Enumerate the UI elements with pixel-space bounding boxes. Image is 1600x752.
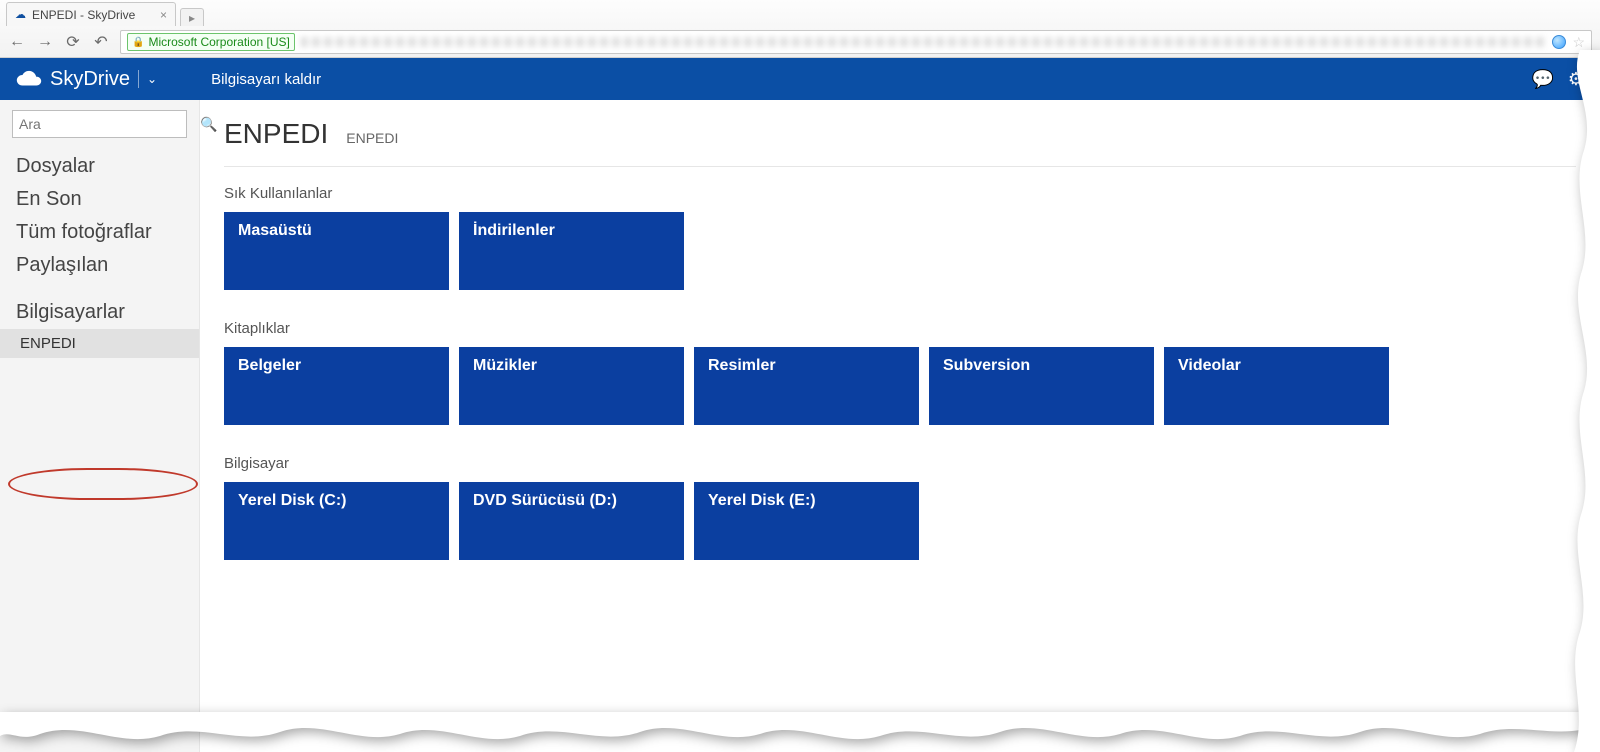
annotation-highlight-oval — [8, 468, 198, 500]
tile-local-disk-e[interactable]: Yerel Disk (E:) — [694, 482, 919, 560]
reload-icon[interactable]: ⟳ — [64, 32, 82, 52]
main-content: ENPEDI ENPEDI Sık Kullanılanlar Masaüstü… — [200, 100, 1600, 752]
lock-icon: 🔒 — [132, 37, 144, 48]
browser-chrome: ☁ ENPEDI - SkyDrive × ▸ ← → ⟳ ↶ 🔒 Micros… — [0, 0, 1600, 58]
forward-icon[interactable]: → — [36, 33, 54, 51]
sidebar-item-files[interactable]: Dosyalar — [0, 150, 199, 183]
tile-documents[interactable]: Belgeler — [224, 347, 449, 425]
sidebar-item-computer-enpedi[interactable]: ENPEDI — [0, 329, 199, 358]
tab-title: ENPEDI - SkyDrive — [32, 8, 135, 22]
sidebar-item-recent[interactable]: En Son — [0, 183, 199, 216]
ssl-label: Microsoft Corporation [US] — [148, 35, 289, 49]
skydrive-cloud-icon — [16, 70, 42, 88]
page-action-icon[interactable] — [1552, 35, 1566, 49]
sidebar-heading-computers[interactable]: Bilgisayarlar — [0, 296, 199, 329]
app-body: 🔍 Dosyalar En Son Tüm fotoğraflar Paylaş… — [0, 100, 1600, 752]
section-title-computer: Bilgisayar — [224, 455, 1576, 472]
url-blurred — [301, 37, 1547, 47]
app-header: SkyDrive ⌄ Bilgisayarı kaldır 💬 ⚙ — [0, 58, 1600, 100]
cloud-icon: ☁ — [15, 8, 26, 21]
tiles-libraries: Belgeler Müzikler Resimler Subversion Vi… — [224, 347, 1576, 425]
back-icon[interactable]: ← — [8, 33, 26, 51]
tile-subversion[interactable]: Subversion — [929, 347, 1154, 425]
sidebar-item-photos[interactable]: Tüm fotoğraflar — [0, 216, 199, 249]
page-title: ENPEDI — [224, 118, 328, 150]
brand-text: SkyDrive — [50, 68, 130, 91]
close-icon[interactable]: × — [160, 8, 167, 22]
tiles-computer: Yerel Disk (C:) DVD Sürücüsü (D:) Yerel … — [224, 482, 1576, 560]
chevron-down-icon[interactable]: ⌄ — [147, 72, 157, 86]
sidebar-item-shared[interactable]: Paylaşılan — [0, 249, 199, 282]
section-title-libraries: Kitaplıklar — [224, 320, 1576, 337]
search-box[interactable]: 🔍 — [12, 110, 187, 138]
sidebar: 🔍 Dosyalar En Son Tüm fotoğraflar Paylaş… — [0, 100, 200, 752]
tile-downloads[interactable]: İndirilenler — [459, 212, 684, 290]
addr-indicators: ☆ — [1552, 34, 1585, 51]
remove-computer-button[interactable]: Bilgisayarı kaldır — [211, 71, 321, 88]
tile-dvd-d[interactable]: DVD Sürücüsü (D:) — [459, 482, 684, 560]
tile-videos[interactable]: Videolar — [1164, 347, 1389, 425]
chat-icon[interactable]: 💬 — [1531, 69, 1553, 90]
brand-separator — [138, 70, 139, 88]
page-subtitle: ENPEDI — [346, 130, 398, 146]
tile-music[interactable]: Müzikler — [459, 347, 684, 425]
bookmark-icon[interactable]: ☆ — [1572, 34, 1585, 51]
section-title-favorites: Sık Kullanılanlar — [224, 185, 1576, 202]
brand[interactable]: SkyDrive ⌄ — [16, 68, 157, 91]
tile-pictures[interactable]: Resimler — [694, 347, 919, 425]
gear-icon[interactable]: ⚙ — [1568, 69, 1584, 90]
browser-toolbar: ← → ⟳ ↶ 🔒 Microsoft Corporation [US] ☆ — [0, 26, 1600, 58]
browser-tab[interactable]: ☁ ENPEDI - SkyDrive × — [6, 2, 176, 26]
address-bar[interactable]: 🔒 Microsoft Corporation [US] ☆ — [120, 30, 1592, 54]
undo-icon[interactable]: ↶ — [92, 32, 110, 52]
tile-desktop[interactable]: Masaüstü — [224, 212, 449, 290]
tile-local-disk-c[interactable]: Yerel Disk (C:) — [224, 482, 449, 560]
tiles-favorites: Masaüstü İndirilenler — [224, 212, 1576, 290]
ssl-badge[interactable]: 🔒 Microsoft Corporation [US] — [127, 33, 295, 51]
new-tab-button[interactable]: ▸ — [180, 8, 204, 26]
breadcrumb: ENPEDI ENPEDI — [224, 118, 1576, 167]
search-input[interactable] — [19, 116, 200, 132]
browser-tabbar: ☁ ENPEDI - SkyDrive × ▸ — [0, 0, 1600, 26]
